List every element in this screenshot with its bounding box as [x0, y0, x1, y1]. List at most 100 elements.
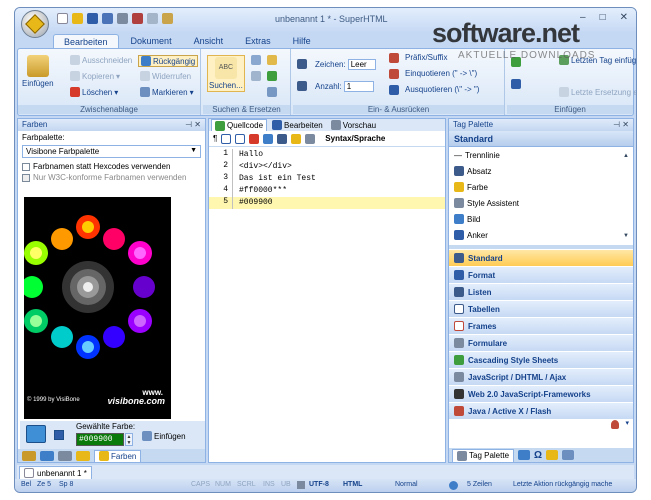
paragraph-icon[interactable]: ¶ — [213, 134, 217, 143]
color-stepper[interactable]: ▲ ▼ — [125, 433, 133, 446]
save-all-icon[interactable] — [102, 13, 113, 24]
find-next-icon[interactable] — [251, 55, 261, 65]
syntax-button[interactable]: Syntax/Sprache — [325, 134, 385, 143]
undo-button[interactable]: Rückgängig — [138, 55, 199, 67]
insert-color-button[interactable]: Einfügen — [142, 431, 186, 441]
tab-snippets-icon[interactable] — [546, 450, 559, 460]
search-button[interactable]: ABC Suchen... — [207, 55, 245, 92]
wordwrap-icon[interactable] — [221, 133, 232, 144]
tab-explorer-icon[interactable] — [40, 450, 54, 461]
chars-select[interactable]: Leer — [347, 59, 376, 70]
category-css[interactable]: Cascading Style Sheets — [449, 351, 633, 368]
prefix-button[interactable]: Präfix/Suffix — [405, 53, 448, 62]
palette-select[interactable]: Visibone Farbpalette ▼ — [22, 145, 201, 158]
code-area[interactable]: 1 Hallo 2 <div></div> 3 Das ist ein Test 4 #… — [209, 149, 445, 209]
category-java[interactable]: Java / Active X / Flash — [449, 402, 633, 419]
tag-item[interactable]: Style Assistent — [449, 195, 633, 211]
line-numbers-icon[interactable] — [235, 133, 246, 144]
color-lines-icon[interactable] — [249, 133, 260, 144]
mark-button[interactable]: Markieren ▾ — [140, 87, 194, 97]
fold-icon[interactable] — [277, 133, 288, 144]
category-lists[interactable]: Listen — [449, 283, 633, 300]
category-javascript[interactable]: JavaScript / DHTML / Ajax — [449, 368, 633, 385]
chosen-color-field[interactable]: #009900 — [76, 433, 124, 446]
scroll-up-icon[interactable]: ▲ — [623, 153, 629, 159]
tab-links-icon[interactable] — [562, 450, 575, 460]
maximize-button[interactable]: □ — [600, 12, 606, 23]
enquote-button[interactable]: Einquotieren (" -> \") — [405, 69, 477, 78]
tab-clips-icon[interactable] — [58, 450, 72, 461]
tab-snippets-icon[interactable] — [76, 450, 90, 461]
tab-ansicht[interactable]: Ansicht — [184, 34, 234, 49]
tag-item[interactable]: Bild — [449, 211, 633, 227]
unquote-icon[interactable] — [389, 85, 399, 95]
tag-item[interactable]: Farbe — [449, 179, 633, 195]
outdent-icon[interactable] — [297, 81, 307, 91]
goto-icon[interactable] — [251, 71, 261, 81]
user-icon[interactable] — [611, 420, 619, 429]
scroll-down-icon[interactable]: ▼ — [623, 233, 629, 239]
copy-button[interactable]: Kopieren ▾ — [70, 71, 120, 81]
color-swatch-icon[interactable] — [54, 430, 64, 440]
tab-dokument[interactable]: Dokument — [121, 34, 182, 49]
image-icon — [454, 214, 464, 224]
tab-edit[interactable]: Bearbeiten — [269, 119, 326, 131]
tab-extras[interactable]: Extras — [235, 34, 281, 49]
category-web20[interactable]: Web 2.0 JavaScript-Frameworks — [449, 385, 633, 402]
tab-tools-icon[interactable] — [518, 450, 531, 460]
count-input[interactable]: 1 — [343, 81, 374, 92]
share-icon[interactable] — [511, 79, 521, 89]
status-mode[interactable]: Normal — [395, 481, 418, 488]
panel-pin-icon[interactable]: ⊣ ✕ — [613, 120, 629, 129]
cut-button[interactable]: Ausschneiden — [70, 55, 132, 65]
tab-files-icon[interactable] — [22, 450, 36, 461]
status-language[interactable]: HTML — [343, 481, 362, 488]
open-icon[interactable] — [72, 13, 83, 24]
tag-item[interactable]: Anker — [449, 227, 633, 243]
category-format[interactable]: Format — [449, 266, 633, 283]
dequote-button[interactable]: Ausquotieren (\" -> ") — [405, 85, 479, 94]
insert-last-repeat-button[interactable]: Letzte Ersetzung einfügen — [559, 87, 636, 97]
tab-bearbeiten[interactable]: Bearbeiten — [53, 34, 119, 49]
tab-preview[interactable]: Vorschau — [328, 119, 379, 131]
category-forms[interactable]: Formulare — [449, 334, 633, 351]
panel-pin-icon[interactable]: ⊣ ✕ — [185, 120, 201, 129]
category-frames[interactable]: Frames — [449, 317, 633, 334]
indent-icon[interactable] — [297, 59, 307, 69]
visibone-color-palette[interactable]: www. visibone.com © 1999 by VisiBone — [24, 197, 171, 419]
tag-item[interactable]: Absatz — [449, 163, 633, 179]
find-in-files-icon[interactable] — [267, 87, 277, 97]
w3c-names-checkbox[interactable]: Nur W3C-konforme Farbnamen verwenden — [18, 172, 205, 183]
replace-icon[interactable] — [267, 55, 277, 65]
tag-item[interactable]: — Trennlinie — [449, 147, 633, 163]
paste-icon[interactable] — [162, 13, 173, 24]
color-names-checkbox[interactable]: Farbnamen statt Hexcodes verwenden — [18, 161, 205, 172]
save-icon[interactable] — [87, 13, 98, 24]
cut-icon[interactable] — [132, 13, 143, 24]
wrap-icon[interactable] — [389, 53, 399, 63]
category-tables[interactable]: Tabellen — [449, 300, 633, 317]
quote-icon[interactable] — [389, 69, 399, 79]
tab-tag-palette[interactable]: Tag Palette — [452, 448, 515, 462]
close-button[interactable]: ✕ — [620, 12, 628, 23]
tab-colors[interactable]: Farben — [94, 449, 142, 462]
delete-button[interactable]: Löschen ▾ — [70, 87, 118, 97]
new-icon[interactable] — [57, 13, 68, 24]
application-menu-button[interactable] — [21, 10, 49, 38]
omega-icon[interactable]: Ω — [534, 450, 542, 461]
minimize-button[interactable]: – — [580, 12, 586, 23]
copy-icon[interactable] — [147, 13, 158, 24]
lock-icon[interactable] — [291, 133, 302, 144]
chevron-down-icon[interactable]: ▾ — [625, 419, 629, 427]
tab-source[interactable]: Quellcode — [211, 119, 268, 131]
document-tab[interactable]: unbenannt 1 * — [19, 466, 92, 479]
gear-icon[interactable] — [305, 133, 316, 144]
status-encoding[interactable]: UTF-8 — [309, 481, 329, 488]
bookmark-icon[interactable] — [267, 71, 277, 81]
tree-icon[interactable] — [263, 133, 274, 144]
tab-hilfe[interactable]: Hilfe — [283, 34, 321, 49]
paste-button[interactable]: Einfügen — [22, 55, 54, 88]
print-icon[interactable] — [117, 13, 128, 24]
redo-button[interactable]: Widerrufen — [140, 71, 191, 81]
category-standard[interactable]: Standard — [449, 249, 633, 266]
